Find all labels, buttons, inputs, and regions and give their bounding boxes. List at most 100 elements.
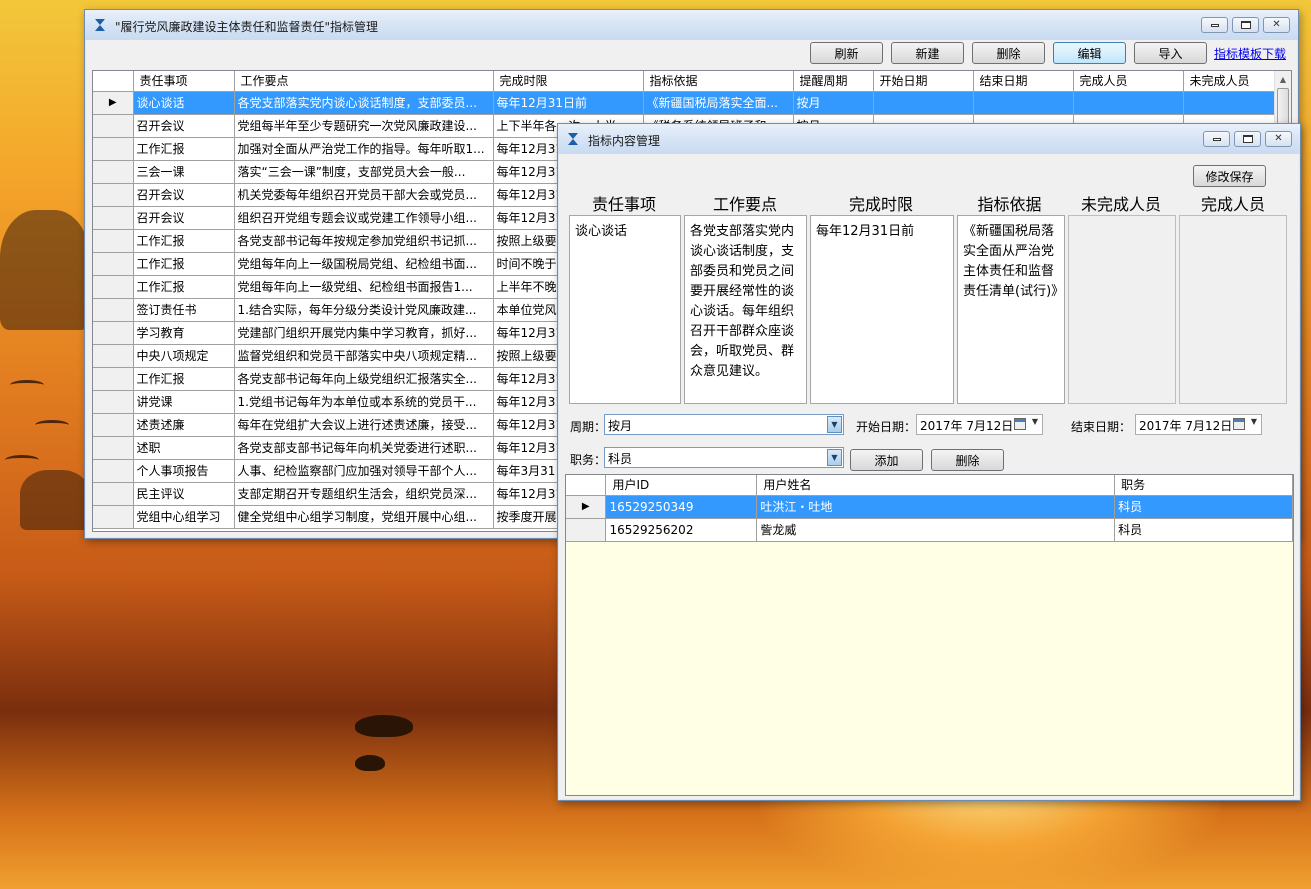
minimize-button[interactable] [1201, 17, 1228, 33]
table-cell[interactable]: 健全党组中心组学习制度，党组开展中心组... [234, 505, 494, 529]
indicator-column-header[interactable]: 提醒周期 [793, 71, 874, 92]
maximize-button[interactable] [1234, 131, 1261, 147]
table-cell[interactable]: 加强对全面从严治党工作的指导。每年听取1... [234, 137, 494, 161]
user-column-header[interactable]: 用户ID [605, 475, 758, 496]
dropdown-arrow-icon[interactable]: ▼ [827, 416, 842, 433]
table-cell[interactable]: 科员 [1114, 495, 1293, 519]
table-cell[interactable]: 各党支部书记每年按规定参加党组织书记抓... [234, 229, 494, 253]
indicator-column-header[interactable]: 工作要点 [234, 71, 494, 92]
unfinished-list[interactable] [1068, 215, 1176, 404]
table-cell[interactable]: 党组每半年至少专题研究一次党风廉政建设... [234, 114, 494, 138]
new-button[interactable]: 新建 [891, 42, 964, 64]
table-cell[interactable]: 《新疆国税局落实全面... [643, 91, 794, 115]
minimize-button[interactable] [1203, 131, 1230, 147]
table-cell[interactable]: 中央八项规定 [133, 344, 235, 368]
table-cell[interactable]: 人事、纪检监察部门应加强对领导干部个人... [234, 459, 494, 483]
delete-button[interactable]: 删除 [972, 42, 1045, 64]
table-cell[interactable]: 落实“三会一课”制度，支部党员大会一般... [234, 160, 494, 184]
row-header[interactable] [566, 518, 607, 542]
table-cell[interactable]: 组织召开党组专题会议或党建工作领导小组... [234, 206, 494, 230]
table-cell[interactable]: 召开会议 [133, 114, 235, 138]
edit-button[interactable]: 编辑 [1053, 42, 1126, 64]
indicator-column-header[interactable]: 结束日期 [973, 71, 1074, 92]
table-cell[interactable]: 召开会议 [133, 206, 235, 230]
row-header[interactable] [93, 137, 134, 161]
row-header[interactable] [93, 160, 134, 184]
remove-user-button[interactable]: 删除 [931, 449, 1004, 471]
table-cell[interactable]: 个人事项报告 [133, 459, 235, 483]
table-cell[interactable]: 科员 [1114, 518, 1293, 542]
indicator-column-header[interactable]: 责任事项 [133, 71, 235, 92]
table-cell[interactable]: 监督党组织和党员干部落实中央八项规定精... [234, 344, 494, 368]
indicator-column-header[interactable]: 指标依据 [643, 71, 794, 92]
table-cell[interactable]: 三会一课 [133, 160, 235, 184]
finished-list[interactable] [1179, 215, 1287, 404]
row-header[interactable] [93, 505, 134, 529]
table-row[interactable]: 16529256202 訾龙威 科员 [566, 518, 1293, 542]
table-cell[interactable] [1183, 91, 1278, 115]
calendar-icon[interactable] [1014, 418, 1026, 430]
table-cell[interactable] [1073, 91, 1184, 115]
table-row[interactable]: ▶ 16529250349 吐洪江・吐地 科员 [566, 495, 1293, 519]
indicator-column-header[interactable]: 开始日期 [873, 71, 974, 92]
table-cell[interactable]: 按月 [793, 91, 874, 115]
table-cell[interactable]: 工作汇报 [133, 252, 235, 276]
start-date-picker[interactable]: 2017年 7月12日 ▼ [916, 414, 1043, 435]
table-cell[interactable]: 机关党委每年组织召开党员干部大会或党员... [234, 183, 494, 207]
row-header[interactable] [93, 413, 134, 437]
close-button[interactable]: ✕ [1263, 17, 1290, 33]
item-textbox[interactable]: 谈心谈话 [569, 215, 681, 404]
user-column-header[interactable]: 用户姓名 [756, 475, 1116, 496]
row-header[interactable] [93, 436, 134, 460]
calendar-icon[interactable] [1233, 418, 1245, 430]
row-header[interactable] [93, 206, 134, 230]
table-cell[interactable]: 訾龙威 [756, 518, 1116, 542]
table-cell[interactable]: 16529256202 [605, 518, 758, 542]
row-header[interactable] [93, 298, 134, 322]
deadline-textbox[interactable]: 每年12月31日前 [810, 215, 954, 404]
indicator-column-header[interactable]: 未完成人员 [1183, 71, 1278, 92]
table-cell[interactable]: 述职 [133, 436, 235, 460]
table-cell[interactable]: 每年在党组扩大会议上进行述责述廉，接受... [234, 413, 494, 437]
template-download-link[interactable]: 指标模板下载 [1214, 45, 1286, 62]
table-cell[interactable] [873, 91, 974, 115]
row-header[interactable] [93, 344, 134, 368]
period-combobox[interactable]: 按月 ▼ [604, 414, 844, 435]
table-cell[interactable]: 支部定期召开专题组织生活会，组织党员深... [234, 482, 494, 506]
user-column-header[interactable]: 职务 [1114, 475, 1293, 496]
table-cell[interactable]: 1.党组书记每年为本单位或本系统的党员干... [234, 390, 494, 414]
indicator-column-header[interactable]: 完成时限 [493, 71, 644, 92]
table-row[interactable]: ▶ 谈心谈话 各党支部落实党内谈心谈话制度，支部委员... 每年12月31日前 《新疆国… [93, 91, 1278, 115]
table-cell[interactable]: 讲党课 [133, 390, 235, 414]
table-cell[interactable]: 谈心谈话 [133, 91, 235, 115]
table-cell[interactable]: 民主评议 [133, 482, 235, 506]
scroll-up-icon[interactable]: ▲ [1275, 71, 1291, 88]
table-cell[interactable]: 工作汇报 [133, 229, 235, 253]
table-cell[interactable]: 述责述廉 [133, 413, 235, 437]
points-textbox[interactable]: 各党支部落实党内谈心谈话制度，支部委员和党员之间要开展经常性的谈心谈话。每年组织… [684, 215, 807, 404]
table-cell[interactable]: 吐洪江・吐地 [756, 495, 1116, 519]
basis-textbox[interactable]: 《新疆国税局落实全面从严治党主体责任和监督责任清单(试行)》 [957, 215, 1065, 404]
add-user-button[interactable]: 添加 [850, 449, 923, 471]
table-cell[interactable]: 学习教育 [133, 321, 235, 345]
maximize-button[interactable] [1232, 17, 1259, 33]
user-grid[interactable]: 用户ID 用户姓名 职务 ▶ 16529250349 吐洪江・吐地 科员 165292562… [565, 474, 1294, 796]
table-cell[interactable]: 党组中心组学习 [133, 505, 235, 529]
save-changes-button[interactable]: 修改保存 [1193, 165, 1266, 187]
table-cell[interactable] [973, 91, 1074, 115]
table-cell[interactable]: 各党支部支部书记每年向机关党委进行述职... [234, 436, 494, 460]
table-cell[interactable]: 党建部门组织开展党内集中学习教育，抓好... [234, 321, 494, 345]
row-header[interactable] [93, 321, 134, 345]
end-date-picker[interactable]: 2017年 7月12日 ▼ [1135, 414, 1262, 435]
indicator-column-header[interactable]: 完成人员 [1073, 71, 1184, 92]
scroll-thumb[interactable] [1277, 88, 1289, 128]
table-cell[interactable]: 各党支部落实党内谈心谈话制度，支部委员... [234, 91, 494, 115]
row-header[interactable] [93, 275, 134, 299]
table-cell[interactable]: 签订责任书 [133, 298, 235, 322]
row-header[interactable] [93, 482, 134, 506]
chevron-down-icon[interactable]: ▼ [1032, 417, 1038, 426]
table-cell[interactable]: 召开会议 [133, 183, 235, 207]
row-header[interactable] [93, 114, 134, 138]
close-button[interactable]: ✕ [1265, 131, 1292, 147]
row-header[interactable] [93, 390, 134, 414]
